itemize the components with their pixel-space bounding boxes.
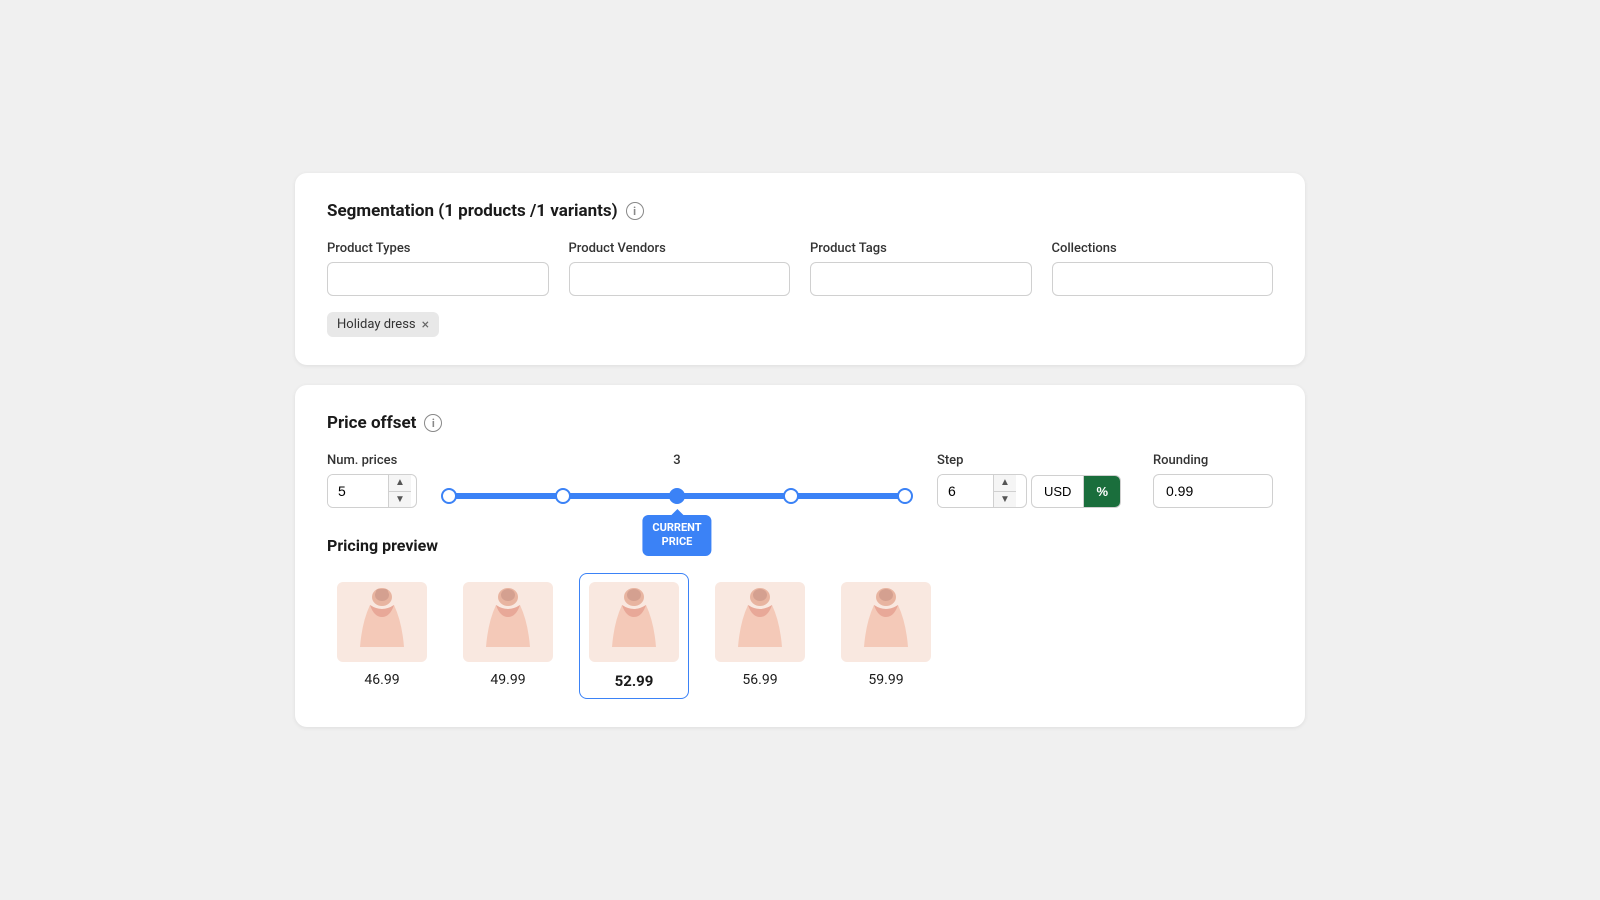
- price-offset-card: Price offset i Num. prices ▲ ▼ 3: [295, 385, 1305, 727]
- segmentation-title: Segmentation (1 products /1 variants) i: [327, 201, 1273, 221]
- product-tags-label: Product Tags: [810, 241, 1032, 256]
- step-spinner-buttons: ▲ ▼: [993, 475, 1016, 507]
- step-label: Step: [937, 453, 1121, 468]
- preview-price-1: 46.99: [364, 672, 399, 688]
- product-types-label: Product Types: [327, 241, 549, 256]
- num-prices-group: Num. prices ▲ ▼: [327, 453, 417, 508]
- spinner-up-button[interactable]: ▲: [389, 475, 411, 492]
- tags-row: Holiday dress ×: [327, 312, 1273, 337]
- collections-label: Collections: [1052, 241, 1274, 256]
- tag-label: Holiday dress: [337, 317, 416, 332]
- main-container: Segmentation (1 products /1 variants) i …: [295, 173, 1305, 727]
- slider-thumb-4[interactable]: [783, 488, 799, 504]
- preview-item-5[interactable]: 59.99: [831, 573, 941, 699]
- step-group: Step ▲ ▼ USD %: [937, 453, 1121, 508]
- price-offset-controls-row: Num. prices ▲ ▼ 3: [327, 453, 1273, 508]
- preview-price-4: 56.99: [742, 672, 777, 688]
- collections-group: Collections: [1052, 241, 1274, 296]
- rounding-group: Rounding: [1153, 453, 1273, 508]
- slider-track[interactable]: CURRENTPRICE: [449, 493, 905, 499]
- price-offset-title-text: Price offset: [327, 413, 416, 433]
- step-spinner: ▲ ▼: [937, 474, 1027, 508]
- preview-img-5: [841, 582, 931, 662]
- segmentation-card: Segmentation (1 products /1 variants) i …: [295, 173, 1305, 365]
- step-up-button[interactable]: ▲: [994, 475, 1016, 492]
- usd-percent-toggle: USD %: [1031, 475, 1121, 508]
- product-types-input[interactable]: [327, 262, 549, 296]
- spinner-buttons: ▲ ▼: [388, 475, 411, 507]
- dress-svg-4: [730, 587, 790, 657]
- current-price-tooltip: CURRENTPRICE: [642, 515, 711, 556]
- pricing-preview-title: Pricing preview: [327, 536, 1273, 555]
- preview-price-5: 59.99: [868, 672, 903, 688]
- slider-thumb-1[interactable]: [441, 488, 457, 504]
- slider-thumb-3-active[interactable]: [669, 488, 685, 504]
- preview-img-1: [337, 582, 427, 662]
- preview-item-2[interactable]: 49.99: [453, 573, 563, 699]
- preview-item-4[interactable]: 56.99: [705, 573, 815, 699]
- segmentation-info-icon[interactable]: i: [626, 202, 644, 220]
- num-prices-label: Num. prices: [327, 453, 417, 468]
- num-prices-spinner: ▲ ▼: [327, 474, 417, 508]
- pricing-preview-section: Pricing preview 46.99: [327, 536, 1273, 699]
- preview-img-3: [589, 582, 679, 662]
- product-vendors-group: Product Vendors: [569, 241, 791, 296]
- spinner-down-button[interactable]: ▼: [389, 492, 411, 508]
- preview-img-4: [715, 582, 805, 662]
- rounding-label: Rounding: [1153, 453, 1273, 468]
- step-down-button[interactable]: ▼: [994, 492, 1016, 508]
- slider-label: 3: [673, 453, 680, 468]
- usd-button[interactable]: USD: [1031, 475, 1083, 508]
- slider-container: 3 CURRENTPRICE: [449, 453, 905, 499]
- price-offset-title: Price offset i: [327, 413, 1273, 433]
- price-offset-info-icon[interactable]: i: [424, 414, 442, 432]
- tag-holiday-dress: Holiday dress ×: [327, 312, 439, 337]
- preview-item-3-active[interactable]: 52.99: [579, 573, 689, 699]
- dress-svg-2: [478, 587, 538, 657]
- rounding-input[interactable]: [1153, 474, 1273, 508]
- preview-img-2: [463, 582, 553, 662]
- product-tags-group: Product Tags: [810, 241, 1032, 296]
- product-tags-input[interactable]: [810, 262, 1032, 296]
- segmentation-fields-row: Product Types Product Vendors Product Ta…: [327, 241, 1273, 296]
- slider-thumb-5[interactable]: [897, 488, 913, 504]
- percent-button[interactable]: %: [1083, 475, 1121, 508]
- preview-items-row: 46.99 49.99: [327, 573, 1273, 699]
- dress-svg-5: [856, 587, 916, 657]
- dress-svg-1: [352, 587, 412, 657]
- product-vendors-input[interactable]: [569, 262, 791, 296]
- collections-input[interactable]: [1052, 262, 1274, 296]
- num-prices-input[interactable]: [328, 475, 388, 507]
- step-input[interactable]: [938, 475, 993, 507]
- preview-price-2: 49.99: [490, 672, 525, 688]
- product-vendors-label: Product Vendors: [569, 241, 791, 256]
- preview-price-3: 52.99: [615, 672, 654, 690]
- product-types-group: Product Types: [327, 241, 549, 296]
- segmentation-title-text: Segmentation (1 products /1 variants): [327, 201, 618, 221]
- tag-remove-icon[interactable]: ×: [422, 318, 429, 332]
- preview-item-1[interactable]: 46.99: [327, 573, 437, 699]
- dress-svg-3: [604, 587, 664, 657]
- slider-thumb-2[interactable]: [555, 488, 571, 504]
